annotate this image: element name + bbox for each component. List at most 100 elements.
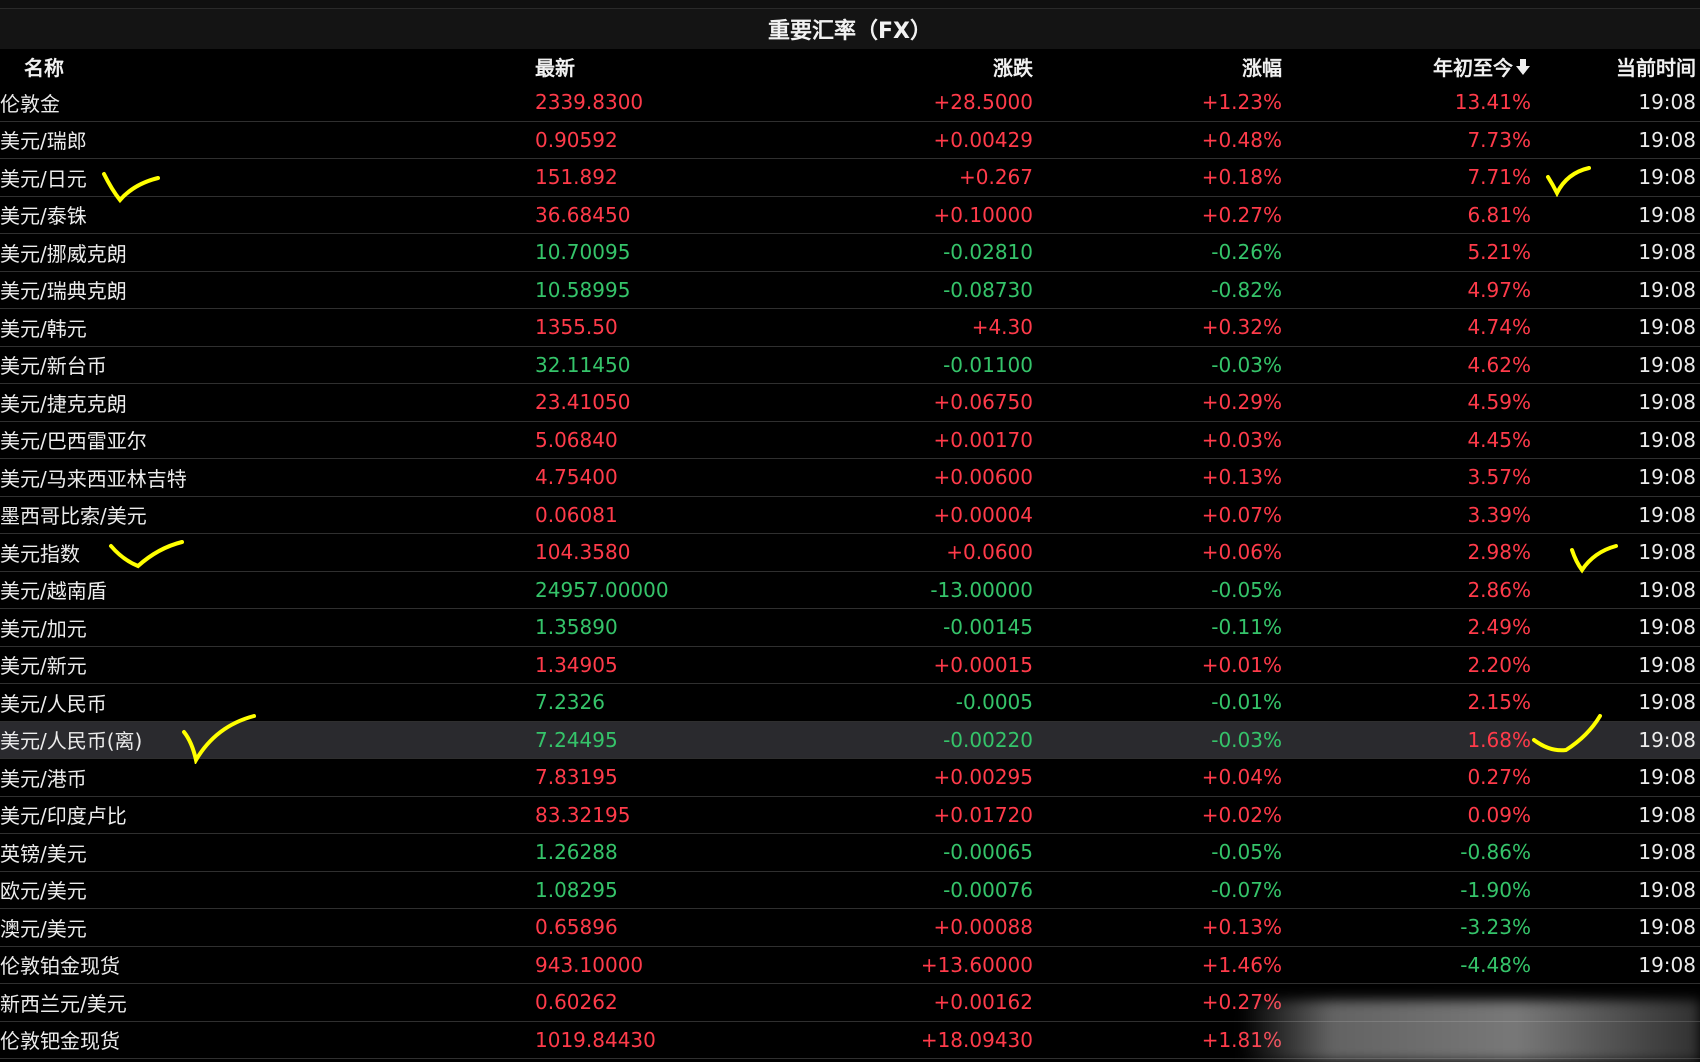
table-row[interactable]: 欧元/美元 1.08295 -0.00076 -0.07% -1.90% 19:08: [0, 872, 1700, 909]
row-ytd: 7.71%: [1467, 165, 1531, 190]
table-row[interactable]: 美元/韩元 1355.50 +4.30 +0.32% 4.74% 19:08: [0, 309, 1700, 347]
row-pct: -0.11%: [1211, 615, 1282, 640]
row-pct: +0.18%: [1201, 165, 1282, 190]
row-ytd: 2.86%: [1467, 577, 1531, 602]
row-pct: -0.26%: [1211, 240, 1282, 265]
row-ytd: -1.90%: [1460, 877, 1531, 902]
table-row[interactable]: 美元/瑞郎 0.90592 +0.00429 +0.48% 7.73% 19:08: [0, 122, 1700, 159]
table-row[interactable]: 美元/马来西亚林吉特 4.75400 +0.00600 +0.13% 3.57% 19:0…: [0, 459, 1700, 497]
table-row[interactable]: 美元/泰铢 36.68450 +0.10000 +0.27% 6.81% 19:08: [0, 197, 1700, 234]
row-name: 美元/挪威克朗: [0, 241, 127, 266]
row-ytd: 4.59%: [1467, 390, 1531, 415]
row-latest: 1.26288: [535, 840, 618, 865]
table-row[interactable]: 伦敦钯金现货 1019.84430 +18.09430 +1.81%: [0, 1022, 1700, 1059]
column-header-ytd[interactable]: 年初至今: [1300, 49, 1531, 84]
row-time: 19:08: [1638, 540, 1696, 565]
column-header-name[interactable]: 名称: [24, 49, 544, 84]
row-change: -13.00000: [930, 577, 1033, 602]
column-header-pct[interactable]: 涨幅: [1060, 49, 1282, 84]
row-time: 19:08: [1638, 277, 1696, 302]
table-row[interactable]: 美元/捷克克朗 23.41050 +0.06750 +0.29% 4.59% 19:08: [0, 384, 1700, 422]
row-ytd: -3.23%: [1460, 915, 1531, 940]
row-name: 英镑/美元: [0, 841, 87, 866]
row-name: 美元/马来西亚林吉特: [0, 466, 187, 491]
row-pct: +0.07%: [1201, 502, 1282, 527]
row-change: -0.00220: [943, 727, 1033, 752]
row-time: 19:08: [1638, 390, 1696, 415]
row-change: +28.5000: [933, 90, 1033, 115]
row-time: 19:08: [1638, 502, 1696, 527]
row-ytd: 0.09%: [1467, 802, 1531, 827]
row-latest: 10.58995: [535, 277, 631, 302]
row-latest: 5.06840: [535, 427, 618, 452]
row-ytd: [1300, 984, 1531, 1021]
row-latest: 0.60262: [535, 990, 618, 1015]
row-ytd: 0.27%: [1467, 765, 1531, 790]
row-latest: 7.83195: [535, 765, 618, 790]
row-change: +0.00004: [933, 502, 1033, 527]
table-row[interactable]: 美元/日元 151.892 +0.267 +0.18% 7.71% 19:08: [0, 159, 1700, 197]
table-row[interactable]: 美元/新元 1.34905 +0.00015 +0.01% 2.20% 19:08: [0, 647, 1700, 684]
row-time: 19:08: [1638, 427, 1696, 452]
table-row[interactable]: 美元/人民币(离) 7.24495 -0.00220 -0.03% 1.68% 19:08: [0, 721, 1700, 759]
table-row[interactable]: 美元/加元 1.35890 -0.00145 -0.11% 2.49% 19:08: [0, 609, 1700, 647]
row-time: 19:08: [1638, 652, 1696, 677]
row-change: +0.01720: [933, 802, 1033, 827]
row-name: 美元/日元: [0, 166, 87, 191]
column-header-time[interactable]: 当前时间: [1560, 49, 1696, 84]
table-row[interactable]: 美元/瑞典克朗 10.58995 -0.08730 -0.82% 4.97% 19:08: [0, 272, 1700, 309]
row-pct: +1.81%: [1201, 1027, 1282, 1052]
row-name: 美元/新台币: [0, 354, 107, 379]
row-latest: 4.75400: [535, 465, 618, 490]
row-ytd: 2.20%: [1467, 652, 1531, 677]
arrow-down-icon[interactable]: [1515, 58, 1531, 76]
row-time: 19:08: [1638, 915, 1696, 940]
row-latest: 104.3580: [535, 540, 631, 565]
row-pct: +0.02%: [1201, 802, 1282, 827]
table-row[interactable]: 美元/人民币 7.2326 -0.0005 -0.01% 2.15% 19:08: [0, 684, 1700, 722]
row-ytd: 13.41%: [1454, 90, 1531, 115]
table-row[interactable]: 美元/挪威克朗 10.70095 -0.02810 -0.26% 5.21% 19:08: [0, 234, 1700, 272]
row-latest: 7.24495: [535, 727, 618, 752]
row-time: 19:08: [1638, 352, 1696, 377]
row-latest: 151.892: [535, 165, 618, 190]
row-pct: +0.13%: [1201, 915, 1282, 940]
row-ytd: 4.62%: [1467, 352, 1531, 377]
row-pct: -0.03%: [1211, 727, 1282, 752]
row-time: 19:08: [1638, 202, 1696, 227]
row-latest: 83.32195: [535, 802, 631, 827]
row-time: 19:08: [1638, 802, 1696, 827]
table-row[interactable]: 新西兰元/美元 0.60262 +0.00162 +0.27%: [0, 984, 1700, 1022]
row-ytd: [1300, 1022, 1531, 1059]
column-header-latest[interactable]: 最新: [535, 49, 795, 84]
row-change: +0.00600: [933, 465, 1033, 490]
row-name: 美元/人民币(离): [0, 729, 143, 754]
table-row[interactable]: 美元/港币 7.83195 +0.00295 +0.04% 0.27% 19:08: [0, 759, 1700, 797]
row-ytd: 4.97%: [1467, 277, 1531, 302]
column-header-change[interactable]: 涨跌: [760, 49, 1033, 84]
table-row[interactable]: 美元/巴西雷亚尔 5.06840 +0.00170 +0.03% 4.45% 19:08: [0, 422, 1700, 459]
row-latest: 1355.50: [535, 315, 618, 340]
row-latest: 0.06081: [535, 502, 618, 527]
table-row[interactable]: 英镑/美元 1.26288 -0.00065 -0.05% -0.86% 19:08: [0, 834, 1700, 872]
row-ytd: -0.86%: [1460, 840, 1531, 865]
table-row[interactable]: 墨西哥比索/美元 0.06081 +0.00004 +0.07% 3.39% 19:08: [0, 497, 1700, 534]
row-pct: +0.48%: [1201, 127, 1282, 152]
table-row[interactable]: 美元/新台币 32.11450 -0.01100 -0.03% 4.62% 19:08: [0, 347, 1700, 384]
row-pct: +0.27%: [1201, 202, 1282, 227]
table-row[interactable]: 伦敦金 2339.8300 +28.5000 +1.23% 13.41% 19:08: [0, 84, 1700, 122]
table-row[interactable]: 美元指数 104.3580 +0.0600 +0.06% 2.98% 19:08: [0, 534, 1700, 572]
row-latest: 24957.00000: [535, 577, 669, 602]
row-time: 19:08: [1638, 240, 1696, 265]
row-name: 澳元/美元: [0, 916, 87, 941]
table-row[interactable]: 伦敦铂金现货 943.10000 +13.60000 +1.46% -4.48% 19:0…: [0, 947, 1700, 984]
table-row[interactable]: 美元/印度卢比 83.32195 +0.01720 +0.02% 0.09% 19:08: [0, 797, 1700, 834]
table-row[interactable]: 澳元/美元 0.65896 +0.00088 +0.13% -3.23% 19:08: [0, 909, 1700, 947]
row-name: 美元/巴西雷亚尔: [0, 429, 147, 454]
row-ytd: 6.81%: [1467, 202, 1531, 227]
table-row[interactable]: 美元/越南盾 24957.00000 -13.00000 -0.05% 2.86% 19:…: [0, 572, 1700, 609]
row-name: 美元/捷克克朗: [0, 391, 127, 416]
row-ytd: 3.57%: [1467, 465, 1531, 490]
row-change: +18.09430: [920, 1027, 1033, 1052]
row-name: 美元/泰铢: [0, 204, 87, 229]
